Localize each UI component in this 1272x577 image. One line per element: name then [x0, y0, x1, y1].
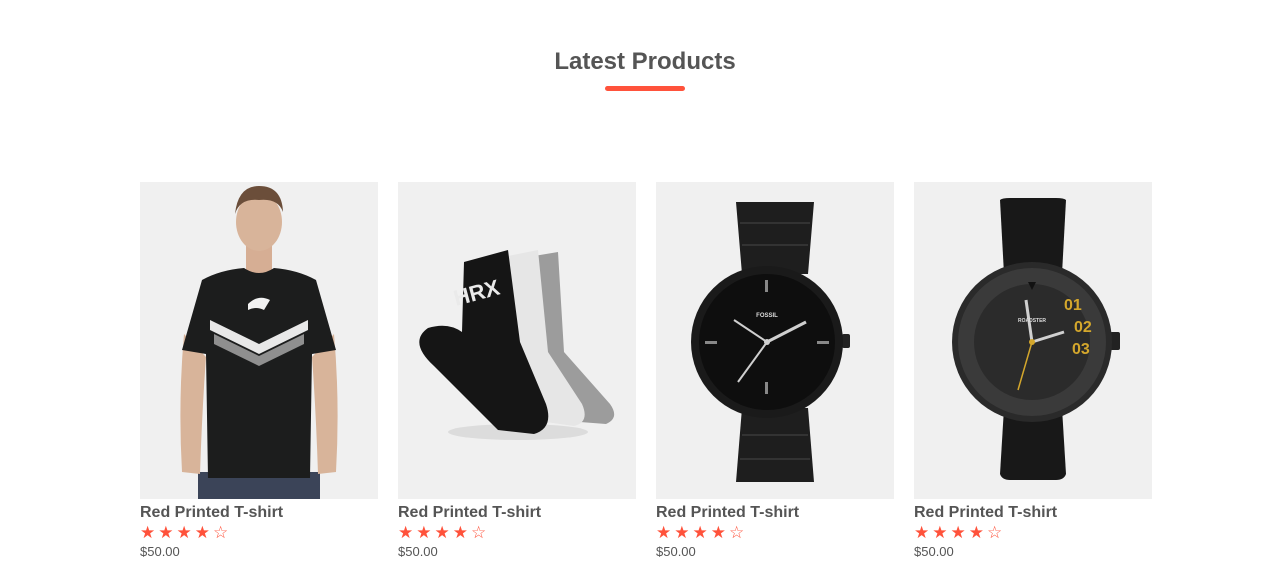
star-empty-icon: ☆	[987, 523, 1003, 542]
product-name[interactable]: Red Printed T-shirt	[398, 503, 636, 523]
star-filled-icon: ★	[140, 523, 156, 542]
svg-text:02: 02	[1074, 319, 1092, 336]
product-price: $50.00	[398, 544, 438, 559]
section-title: Latest Products	[554, 48, 736, 75]
product-card[interactable]: HRX Red Printed T-shirt ★ ★ ★ ★ ☆ $50.00	[398, 182, 636, 574]
star-filled-icon: ★	[914, 523, 930, 542]
rating-stars: ★ ★ ★ ★ ☆	[914, 523, 1152, 543]
star-filled-icon: ★	[416, 523, 432, 542]
star-filled-icon: ★	[692, 523, 708, 542]
watch-brand-print: ROADSTER	[1018, 318, 1046, 324]
rating-stars: ★ ★ ★ ★ ☆	[140, 523, 378, 543]
star-filled-icon: ★	[452, 523, 468, 542]
star-empty-icon: ☆	[471, 523, 487, 542]
star-filled-icon: ★	[656, 523, 672, 542]
product-image[interactable]: FOSSIL	[656, 182, 894, 499]
product-grid: Red Printed T-shirt ★ ★ ★ ★ ☆ $50.00 HRX…	[140, 182, 1152, 574]
black-metal-watch-image: FOSSIL	[691, 202, 850, 482]
star-filled-icon: ★	[674, 523, 690, 542]
product-name[interactable]: Red Printed T-shirt	[140, 503, 378, 523]
product-image[interactable]: 01 02 03 ROADSTER	[914, 182, 1152, 499]
star-filled-icon: ★	[968, 523, 984, 542]
product-image[interactable]	[140, 182, 378, 499]
product-price: $50.00	[914, 544, 954, 559]
star-empty-icon: ☆	[729, 523, 745, 542]
rating-stars: ★ ★ ★ ★ ☆	[398, 523, 636, 543]
black-leather-watch-image: 01 02 03 ROADSTER	[952, 198, 1120, 480]
product-image[interactable]: HRX	[398, 182, 636, 499]
product-name[interactable]: Red Printed T-shirt	[656, 503, 894, 523]
star-filled-icon: ★	[950, 523, 966, 542]
star-filled-icon: ★	[710, 523, 726, 542]
product-price: $50.00	[140, 544, 180, 559]
star-filled-icon: ★	[176, 523, 192, 542]
watch-brand-print: FOSSIL	[756, 313, 778, 319]
product-card[interactable]: Red Printed T-shirt ★ ★ ★ ★ ☆ $50.00	[140, 182, 378, 574]
black-tshirt-model-image	[180, 186, 338, 499]
socks-image: HRX	[419, 250, 615, 440]
latest-products-section: Latest Products Red Printed T-shirt ★ ★ …	[0, 0, 1272, 577]
star-empty-icon: ☆	[213, 523, 229, 542]
star-filled-icon: ★	[194, 523, 210, 542]
rating-stars: ★ ★ ★ ★ ☆	[656, 523, 894, 543]
star-filled-icon: ★	[158, 523, 174, 542]
product-name[interactable]: Red Printed T-shirt	[914, 503, 1152, 523]
svg-text:03: 03	[1072, 341, 1090, 358]
svg-text:01: 01	[1064, 297, 1082, 314]
title-underline	[605, 86, 685, 91]
product-card[interactable]: FOSSIL Red Printed T-shirt ★ ★ ★ ★ ☆ $50…	[656, 182, 894, 574]
star-filled-icon: ★	[434, 523, 450, 542]
product-price: $50.00	[656, 544, 696, 559]
product-card[interactable]: 01 02 03 ROADSTER Red Printed T-shirt ★ …	[914, 182, 1152, 574]
star-filled-icon: ★	[398, 523, 414, 542]
star-filled-icon: ★	[932, 523, 948, 542]
